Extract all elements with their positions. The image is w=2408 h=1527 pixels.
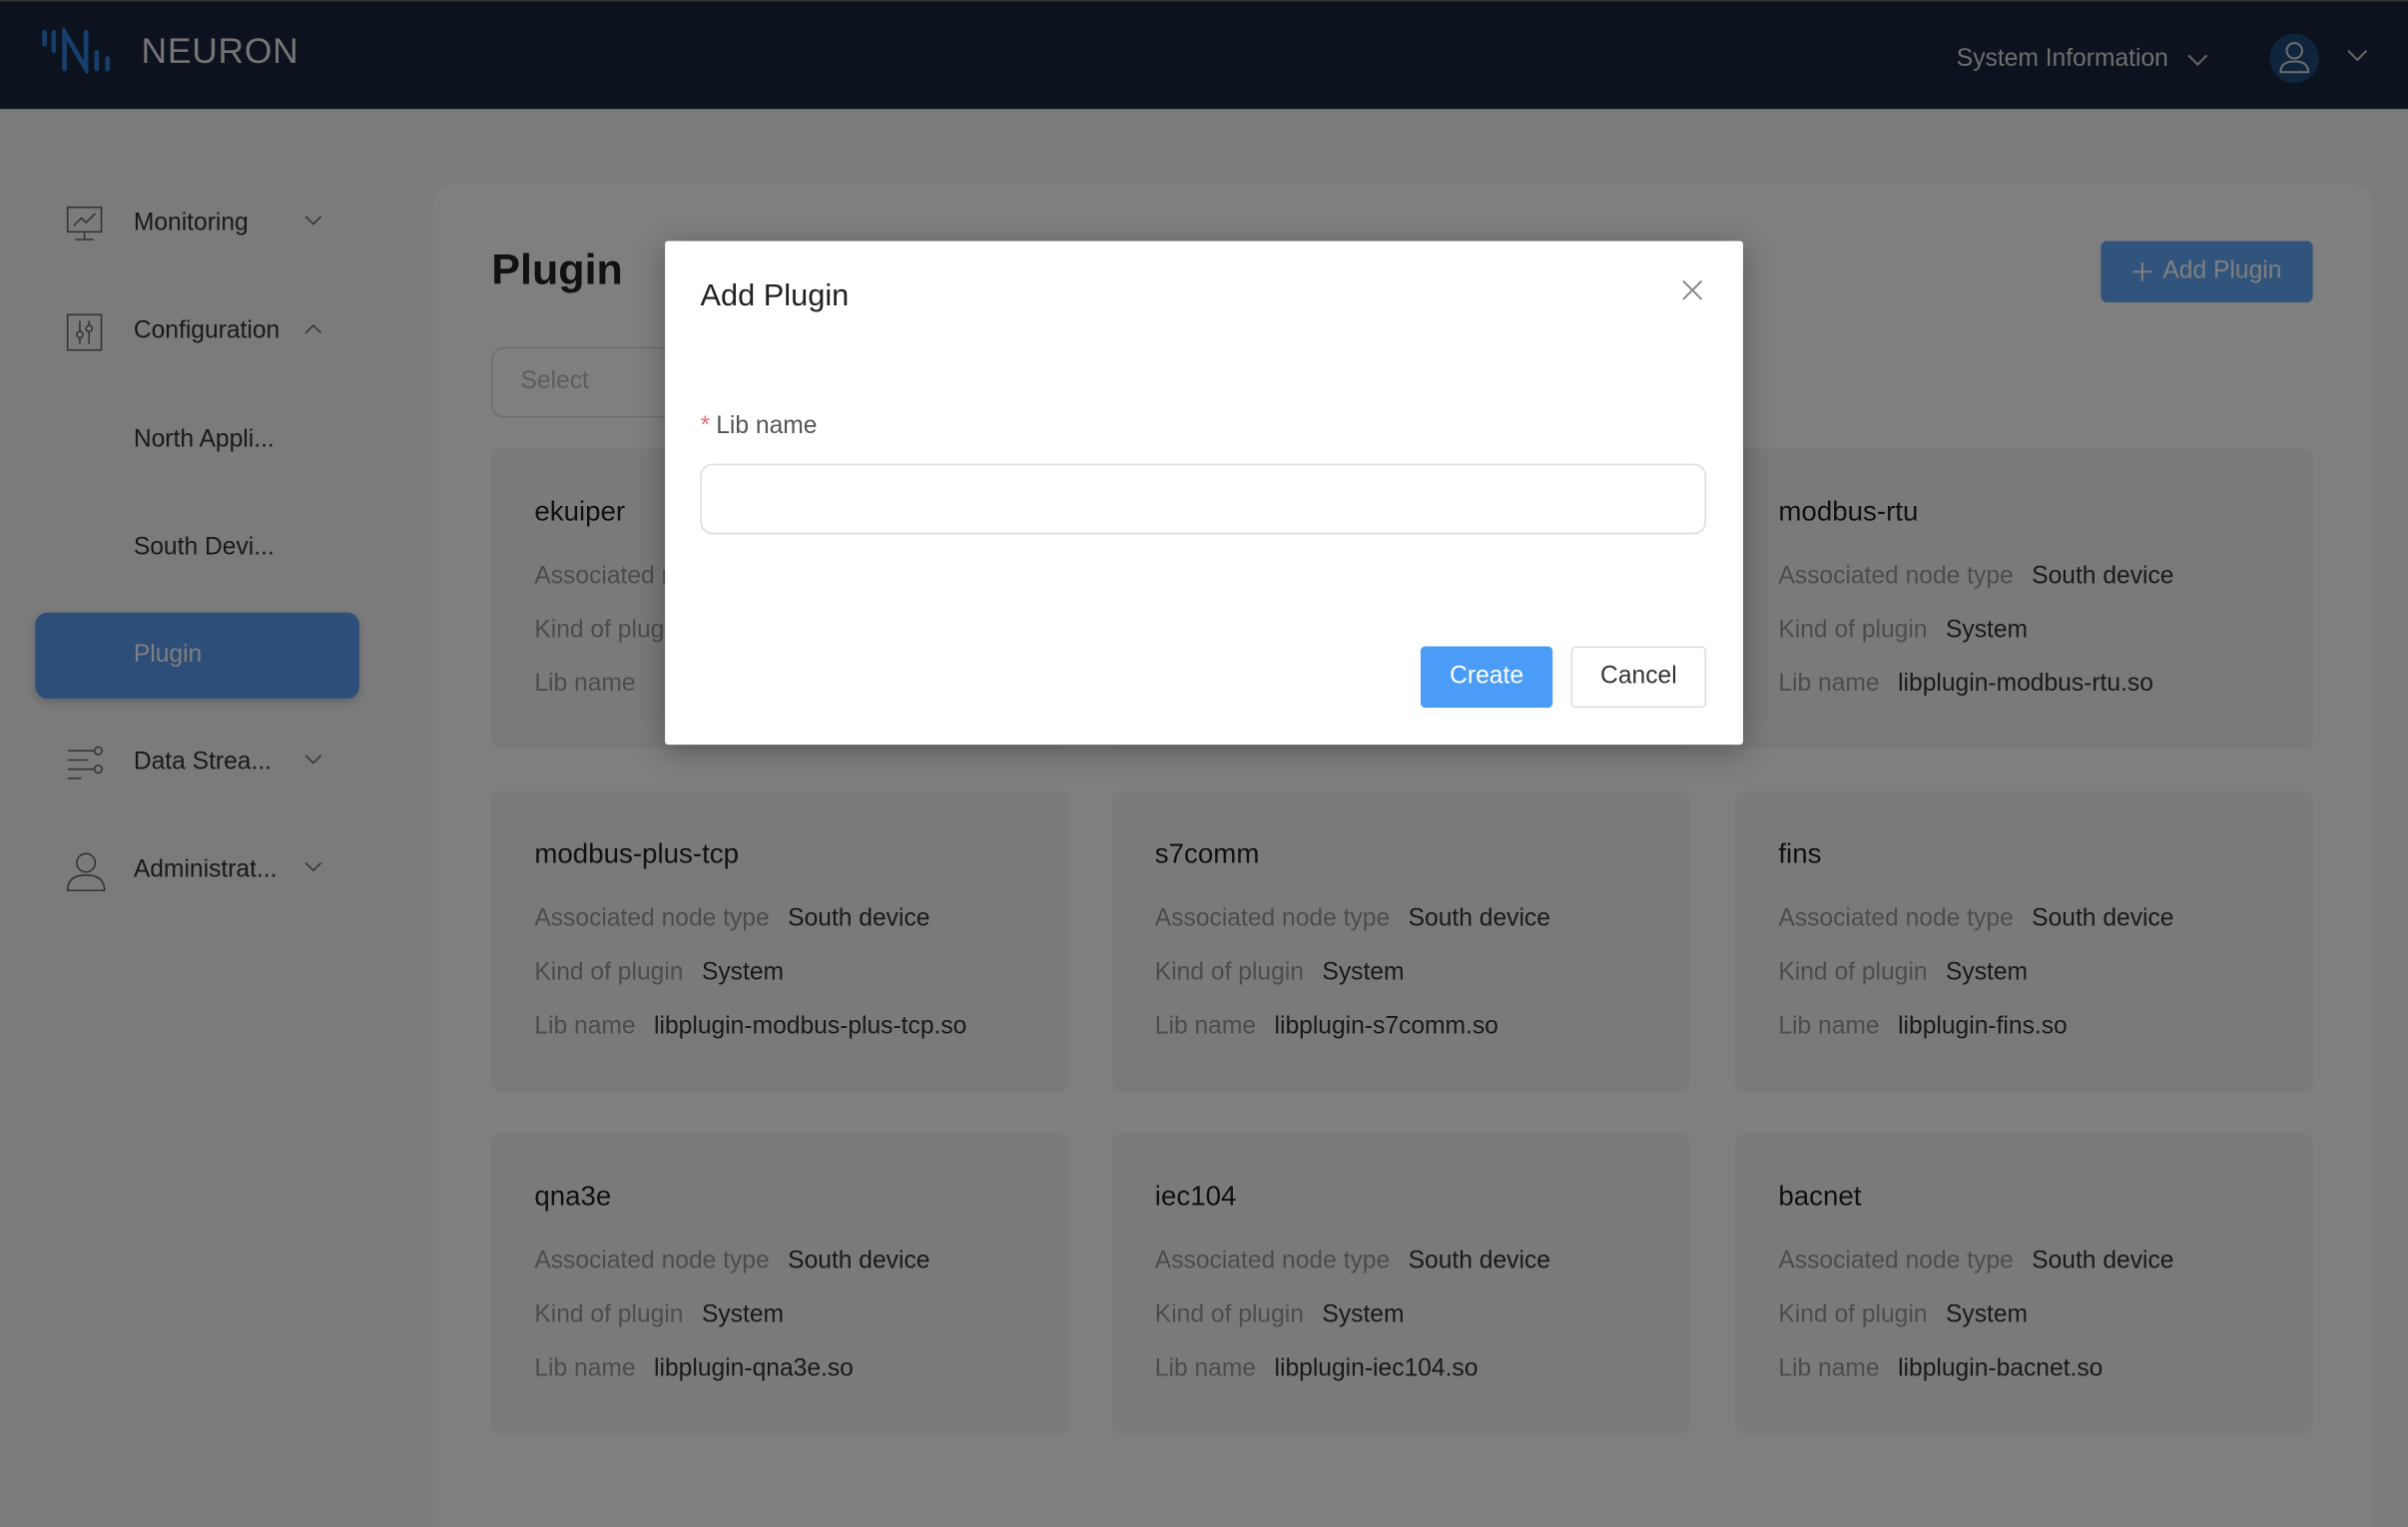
modal-overlay[interactable] bbox=[0, 0, 2408, 1527]
cancel-button[interactable]: Cancel bbox=[1570, 646, 1707, 709]
create-button[interactable]: Create bbox=[1420, 646, 1553, 709]
lib-name-input[interactable] bbox=[700, 463, 1707, 535]
lib-name-label: * Lib name bbox=[700, 412, 818, 439]
add-plugin-dialog: Add Plugin * Lib name Create Cancel bbox=[665, 241, 1743, 746]
close-icon[interactable] bbox=[1681, 279, 1703, 301]
dialog-title: Add Plugin bbox=[700, 278, 850, 313]
